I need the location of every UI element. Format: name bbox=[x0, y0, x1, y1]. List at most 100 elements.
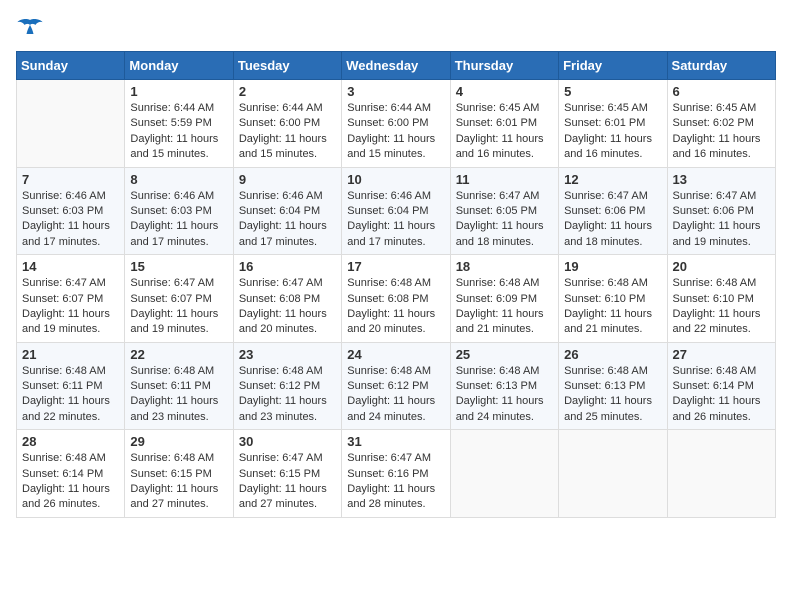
sunrise-text: Sunrise: 6:48 AM bbox=[347, 277, 431, 289]
cell-content: Sunrise: 6:48 AM Sunset: 6:14 PM Dayligh… bbox=[22, 451, 119, 513]
logo bbox=[16, 16, 48, 43]
daylight-text: Daylight: 11 hours and 28 minutes. bbox=[347, 483, 435, 510]
calendar-cell: 13 Sunrise: 6:47 AM Sunset: 6:06 PM Dayl… bbox=[667, 167, 775, 255]
sunrise-text: Sunrise: 6:45 AM bbox=[564, 102, 648, 114]
calendar-cell: 23 Sunrise: 6:48 AM Sunset: 6:12 PM Dayl… bbox=[233, 342, 341, 430]
sunset-text: Sunset: 6:08 PM bbox=[239, 293, 320, 305]
day-number: 17 bbox=[347, 259, 444, 274]
sunset-text: Sunset: 6:07 PM bbox=[130, 293, 211, 305]
cell-content: Sunrise: 6:45 AM Sunset: 6:01 PM Dayligh… bbox=[456, 101, 553, 163]
calendar-cell: 8 Sunrise: 6:46 AM Sunset: 6:03 PM Dayli… bbox=[125, 167, 233, 255]
calendar-cell bbox=[450, 430, 558, 518]
calendar-cell: 6 Sunrise: 6:45 AM Sunset: 6:02 PM Dayli… bbox=[667, 80, 775, 168]
cell-content: Sunrise: 6:44 AM Sunset: 5:59 PM Dayligh… bbox=[130, 101, 227, 163]
day-number: 20 bbox=[673, 259, 770, 274]
calendar-cell: 30 Sunrise: 6:47 AM Sunset: 6:15 PM Dayl… bbox=[233, 430, 341, 518]
day-number: 1 bbox=[130, 84, 227, 99]
daylight-text: Daylight: 11 hours and 19 minutes. bbox=[22, 308, 110, 335]
daylight-text: Daylight: 11 hours and 17 minutes. bbox=[130, 220, 218, 247]
daylight-text: Daylight: 11 hours and 26 minutes. bbox=[22, 483, 110, 510]
daylight-text: Daylight: 11 hours and 27 minutes. bbox=[130, 483, 218, 510]
daylight-text: Daylight: 11 hours and 23 minutes. bbox=[130, 395, 218, 422]
calendar-cell: 17 Sunrise: 6:48 AM Sunset: 6:08 PM Dayl… bbox=[342, 255, 450, 343]
calendar-cell: 29 Sunrise: 6:48 AM Sunset: 6:15 PM Dayl… bbox=[125, 430, 233, 518]
weekday-header-sunday: Sunday bbox=[17, 52, 125, 80]
sunset-text: Sunset: 6:06 PM bbox=[673, 205, 754, 217]
calendar-cell: 16 Sunrise: 6:47 AM Sunset: 6:08 PM Dayl… bbox=[233, 255, 341, 343]
sunrise-text: Sunrise: 6:46 AM bbox=[22, 190, 106, 202]
day-number: 22 bbox=[130, 347, 227, 362]
day-number: 16 bbox=[239, 259, 336, 274]
calendar-cell: 22 Sunrise: 6:48 AM Sunset: 6:11 PM Dayl… bbox=[125, 342, 233, 430]
cell-content: Sunrise: 6:48 AM Sunset: 6:12 PM Dayligh… bbox=[239, 364, 336, 426]
sunrise-text: Sunrise: 6:48 AM bbox=[22, 365, 106, 377]
daylight-text: Daylight: 11 hours and 26 minutes. bbox=[673, 395, 761, 422]
cell-content: Sunrise: 6:47 AM Sunset: 6:06 PM Dayligh… bbox=[564, 189, 661, 251]
daylight-text: Daylight: 11 hours and 21 minutes. bbox=[456, 308, 544, 335]
calendar-cell: 31 Sunrise: 6:47 AM Sunset: 6:16 PM Dayl… bbox=[342, 430, 450, 518]
sunrise-text: Sunrise: 6:46 AM bbox=[130, 190, 214, 202]
sunset-text: Sunset: 6:15 PM bbox=[239, 468, 320, 480]
calendar-cell: 4 Sunrise: 6:45 AM Sunset: 6:01 PM Dayli… bbox=[450, 80, 558, 168]
sunset-text: Sunset: 6:02 PM bbox=[673, 117, 754, 129]
daylight-text: Daylight: 11 hours and 24 minutes. bbox=[347, 395, 435, 422]
sunrise-text: Sunrise: 6:48 AM bbox=[564, 365, 648, 377]
sunrise-text: Sunrise: 6:44 AM bbox=[130, 102, 214, 114]
cell-content: Sunrise: 6:46 AM Sunset: 6:03 PM Dayligh… bbox=[22, 189, 119, 251]
daylight-text: Daylight: 11 hours and 18 minutes. bbox=[564, 220, 652, 247]
cell-content: Sunrise: 6:46 AM Sunset: 6:03 PM Dayligh… bbox=[130, 189, 227, 251]
cell-content: Sunrise: 6:48 AM Sunset: 6:15 PM Dayligh… bbox=[130, 451, 227, 513]
sunset-text: Sunset: 6:04 PM bbox=[347, 205, 428, 217]
sunrise-text: Sunrise: 6:48 AM bbox=[673, 277, 757, 289]
calendar-cell bbox=[559, 430, 667, 518]
sunrise-text: Sunrise: 6:46 AM bbox=[239, 190, 323, 202]
daylight-text: Daylight: 11 hours and 19 minutes. bbox=[673, 220, 761, 247]
cell-content: Sunrise: 6:46 AM Sunset: 6:04 PM Dayligh… bbox=[239, 189, 336, 251]
sunrise-text: Sunrise: 6:47 AM bbox=[564, 190, 648, 202]
weekday-header-monday: Monday bbox=[125, 52, 233, 80]
calendar-cell: 11 Sunrise: 6:47 AM Sunset: 6:05 PM Dayl… bbox=[450, 167, 558, 255]
sunrise-text: Sunrise: 6:44 AM bbox=[347, 102, 431, 114]
daylight-text: Daylight: 11 hours and 16 minutes. bbox=[456, 133, 544, 160]
daylight-text: Daylight: 11 hours and 16 minutes. bbox=[673, 133, 761, 160]
calendar-cell: 28 Sunrise: 6:48 AM Sunset: 6:14 PM Dayl… bbox=[17, 430, 125, 518]
daylight-text: Daylight: 11 hours and 15 minutes. bbox=[347, 133, 435, 160]
day-number: 24 bbox=[347, 347, 444, 362]
weekday-header-row: SundayMondayTuesdayWednesdayThursdayFrid… bbox=[17, 52, 776, 80]
cell-content: Sunrise: 6:47 AM Sunset: 6:07 PM Dayligh… bbox=[130, 276, 227, 338]
sunrise-text: Sunrise: 6:47 AM bbox=[239, 452, 323, 464]
cell-content: Sunrise: 6:47 AM Sunset: 6:05 PM Dayligh… bbox=[456, 189, 553, 251]
day-number: 19 bbox=[564, 259, 661, 274]
sunrise-text: Sunrise: 6:46 AM bbox=[347, 190, 431, 202]
daylight-text: Daylight: 11 hours and 19 minutes. bbox=[130, 308, 218, 335]
day-number: 12 bbox=[564, 172, 661, 187]
sunset-text: Sunset: 6:14 PM bbox=[22, 468, 103, 480]
cell-content: Sunrise: 6:48 AM Sunset: 6:11 PM Dayligh… bbox=[130, 364, 227, 426]
sunrise-text: Sunrise: 6:48 AM bbox=[456, 277, 540, 289]
daylight-text: Daylight: 11 hours and 15 minutes. bbox=[130, 133, 218, 160]
day-number: 15 bbox=[130, 259, 227, 274]
sunset-text: Sunset: 6:00 PM bbox=[347, 117, 428, 129]
daylight-text: Daylight: 11 hours and 23 minutes. bbox=[239, 395, 327, 422]
day-number: 7 bbox=[22, 172, 119, 187]
sunrise-text: Sunrise: 6:48 AM bbox=[673, 365, 757, 377]
sunset-text: Sunset: 6:09 PM bbox=[456, 293, 537, 305]
daylight-text: Daylight: 11 hours and 22 minutes. bbox=[22, 395, 110, 422]
calendar-cell bbox=[667, 430, 775, 518]
day-number: 28 bbox=[22, 434, 119, 449]
page-header bbox=[16, 16, 776, 43]
daylight-text: Daylight: 11 hours and 21 minutes. bbox=[564, 308, 652, 335]
sunset-text: Sunset: 6:11 PM bbox=[130, 380, 211, 392]
sunset-text: Sunset: 6:10 PM bbox=[564, 293, 645, 305]
daylight-text: Daylight: 11 hours and 27 minutes. bbox=[239, 483, 327, 510]
cell-content: Sunrise: 6:48 AM Sunset: 6:13 PM Dayligh… bbox=[456, 364, 553, 426]
calendar-cell: 20 Sunrise: 6:48 AM Sunset: 6:10 PM Dayl… bbox=[667, 255, 775, 343]
cell-content: Sunrise: 6:48 AM Sunset: 6:09 PM Dayligh… bbox=[456, 276, 553, 338]
sunrise-text: Sunrise: 6:48 AM bbox=[239, 365, 323, 377]
cell-content: Sunrise: 6:47 AM Sunset: 6:06 PM Dayligh… bbox=[673, 189, 770, 251]
day-number: 18 bbox=[456, 259, 553, 274]
cell-content: Sunrise: 6:44 AM Sunset: 6:00 PM Dayligh… bbox=[347, 101, 444, 163]
daylight-text: Daylight: 11 hours and 17 minutes. bbox=[239, 220, 327, 247]
sunset-text: Sunset: 6:08 PM bbox=[347, 293, 428, 305]
cell-content: Sunrise: 6:48 AM Sunset: 6:10 PM Dayligh… bbox=[673, 276, 770, 338]
